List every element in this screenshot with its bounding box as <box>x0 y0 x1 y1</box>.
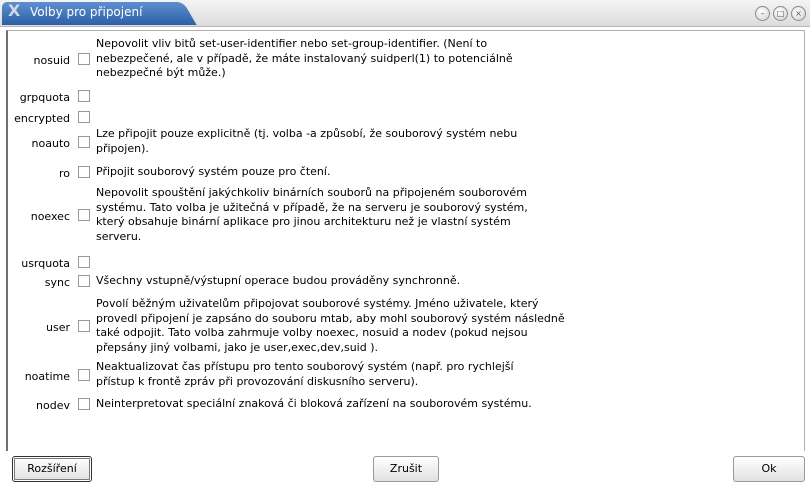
app-x-icon[interactable]: X <box>8 3 24 19</box>
option-description-line: který obsahuje binární aplikace pro jino… <box>96 215 511 228</box>
minimize-icon[interactable]: – <box>755 6 770 21</box>
option-description-line: serveru. <box>96 229 142 243</box>
option-description-line: Neaktualizovat čas přístupu pro tento so… <box>96 360 514 373</box>
option-checkbox-user[interactable] <box>78 320 90 332</box>
option-checkbox-noatime[interactable] <box>78 368 90 381</box>
option-label-nosuid: nosuid <box>33 53 70 67</box>
option-checkbox-sync[interactable] <box>78 275 90 288</box>
option-description-line: Lze připojit pouze explicitně (tj. volba… <box>96 127 518 140</box>
option-label-nodev: nodev <box>36 399 70 413</box>
close-icon[interactable]: × <box>791 6 806 21</box>
option-description-line: Neinterpretovat speciální znaková či blo… <box>96 397 532 410</box>
option-description-line: Připojit souborový systém pouze pro čten… <box>96 165 331 178</box>
option-checkbox-noauto[interactable] <box>78 135 90 148</box>
option-description-line: Povolí běžným uživatelům připojovat soub… <box>96 297 539 310</box>
option-checkbox-usrquota[interactable] <box>78 256 90 269</box>
option-description-line: systému. Tato volba je užitečná v případ… <box>96 200 528 214</box>
option-description-line: nebezpečné být může.) <box>96 66 226 79</box>
option-checkbox-noexec[interactable] <box>78 209 90 221</box>
option-description-line: Nepovolit vliv bitů set-user-identifier … <box>96 37 488 50</box>
option-label-sync: sync <box>44 276 70 290</box>
window-title: Volby pro připojení <box>30 5 143 19</box>
option-checkbox-nosuid[interactable] <box>78 52 90 65</box>
option-description-line: připojen). <box>96 141 149 155</box>
title-bar[interactable]: X Volby pro připojení – □ × <box>0 0 810 27</box>
option-checkbox-ro[interactable] <box>78 166 90 179</box>
ok-button[interactable]: Ok <box>733 456 805 482</box>
option-label-usrquota: usrquota <box>21 257 70 271</box>
extensions-button[interactable]: Rozšíření <box>12 456 92 482</box>
option-checkbox-grpquota[interactable] <box>78 90 90 103</box>
option-label-user: user <box>46 321 70 334</box>
option-label-grpquota: grpquota <box>19 91 70 105</box>
option-label-noexec: noexec <box>30 210 70 223</box>
maximize-icon[interactable]: □ <box>773 6 788 21</box>
option-description-line: přístup k frontě zpráv při provozování d… <box>96 374 419 388</box>
option-description-line: také odpojit. Tato volba zahrmuje volby … <box>96 326 528 339</box>
option-description-line: nebezpečené, ale v případě, že máte inst… <box>96 51 513 65</box>
option-label-ro: ro <box>58 167 70 181</box>
option-description-line: provedl připojení je zapsáno do souboru … <box>96 311 565 325</box>
option-label-noatime: noatime <box>24 369 70 383</box>
option-label-encrypted: encrypted <box>14 112 70 126</box>
cancel-button[interactable]: Zrušit <box>373 456 439 482</box>
option-description-line: přepsány jiný volbami, jako je user,exec… <box>96 340 378 354</box>
option-description-line: Všechny vstupně/výstupní operace budou p… <box>96 274 461 287</box>
option-checkbox-nodev[interactable] <box>78 398 90 411</box>
option-label-noauto: noauto <box>31 136 70 150</box>
option-checkbox-encrypted[interactable] <box>78 111 90 124</box>
option-description-line: Nepovolit spouštění jakýchkoliv binárníc… <box>96 186 527 199</box>
mount-options-dialog: X Volby pro připojení – □ × nosuid Nepovo… <box>0 0 810 485</box>
